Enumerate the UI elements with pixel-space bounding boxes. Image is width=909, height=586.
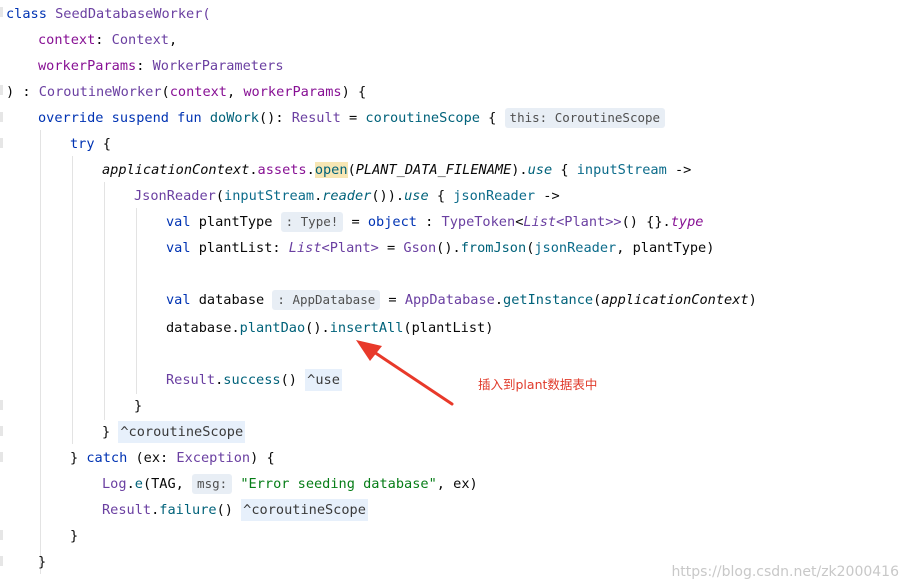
arrow-head: [356, 340, 382, 361]
watermark: https://blog.csdn.net/zk2000416: [671, 564, 899, 580]
annotation-arrow: [356, 340, 454, 406]
annotation-text: 插入到plant数据表中: [478, 377, 598, 392]
arrow-shaft: [366, 346, 454, 406]
